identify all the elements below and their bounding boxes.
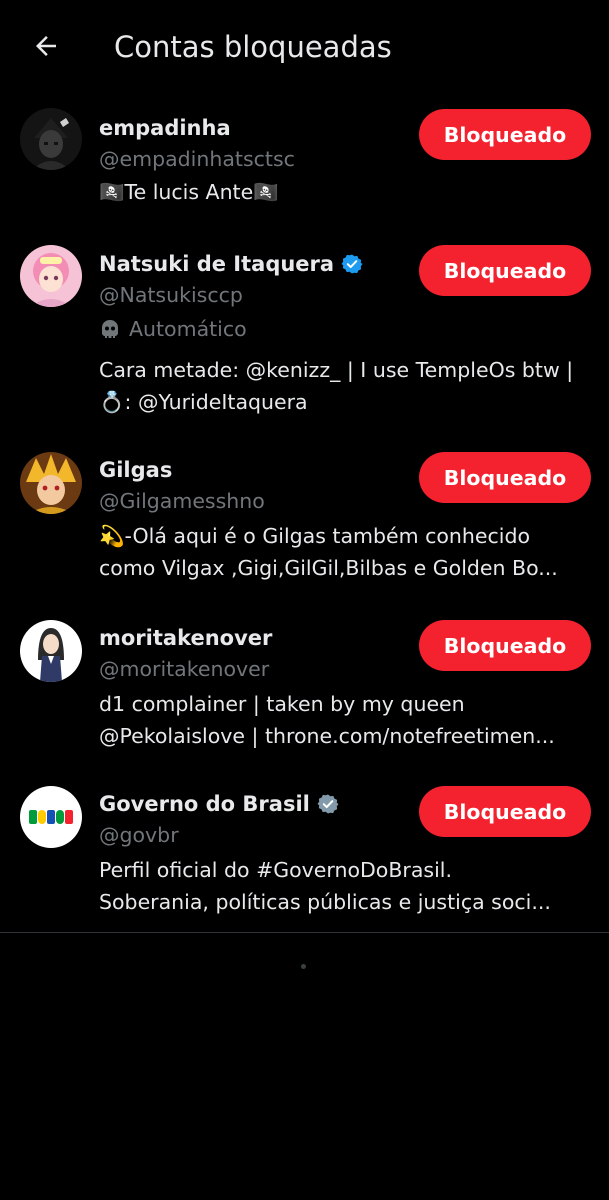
avatar[interactable] xyxy=(20,786,82,848)
bio-line: @Pekolaislove | throne.com/notefreetimen… xyxy=(99,724,555,748)
automated-text: Automático xyxy=(129,317,247,341)
bio-line: Cara metade: @kenizz_ | I use TempleOs b… xyxy=(99,358,574,382)
account-bio: 💫-Olá aqui é o Gilgas também conhecido c… xyxy=(99,520,589,584)
account-bio: 🏴‍☠️Te lucis Ante🏴‍☠️ xyxy=(99,176,589,208)
account-name: Natsuki de Itaquera xyxy=(99,252,335,276)
bio-line: como Vilgax ,Gigi,GilGil,Bilbas e Golden… xyxy=(99,556,558,580)
blocked-account-row[interactable]: Natsuki de Itaquera @Natsukisccp Automát… xyxy=(0,245,609,420)
loading-indicator xyxy=(301,964,306,969)
account-name: Gilgas xyxy=(99,458,173,482)
avatar[interactable] xyxy=(20,452,82,514)
account-bio: d1 complainer | taken by my queen @Pekol… xyxy=(99,688,589,752)
account-bio: Perfil oficial do #GovernoDoBrasil. Sobe… xyxy=(99,854,589,918)
avatar[interactable] xyxy=(20,108,82,170)
account-name: Governo do Brasil xyxy=(99,792,310,816)
account-bio: Cara metade: @kenizz_ | I use TempleOs b… xyxy=(99,354,589,418)
arrow-left-icon xyxy=(36,36,56,56)
blocked-button[interactable]: Bloqueado xyxy=(419,620,591,671)
top-bar: Contas bloqueadas xyxy=(0,0,609,94)
blocked-button[interactable]: Bloqueado xyxy=(419,786,591,837)
blocked-account-row[interactable]: Gilgas @Gilgamesshno 💫-Olá aqui é o Gilg… xyxy=(0,452,609,592)
bio-line: d1 complainer | taken by my queen xyxy=(99,692,465,716)
back-button[interactable] xyxy=(28,28,64,64)
blocked-button[interactable]: Bloqueado xyxy=(419,245,591,296)
blocked-button[interactable]: Bloqueado xyxy=(419,452,591,503)
bio-line: 🏴‍☠️Te lucis Ante🏴‍☠️ xyxy=(99,180,279,204)
robot-icon xyxy=(102,320,118,338)
page-title: Contas bloqueadas xyxy=(114,30,392,64)
automated-label: Automático xyxy=(99,312,591,346)
verified-badge-icon xyxy=(341,254,363,274)
bio-line: 💍: @YurideItaquera xyxy=(99,390,308,414)
bio-line: 💫-Olá aqui é o Gilgas também conhecido xyxy=(99,524,531,548)
blocked-account-row[interactable]: empadinha @empadinhatsctsc 🏴‍☠️Te lucis … xyxy=(0,108,609,218)
blocked-button[interactable]: Bloqueado xyxy=(419,109,591,160)
bio-line: Soberania, políticas públicas e justiça … xyxy=(99,890,551,914)
account-name: empadinha xyxy=(99,116,231,140)
verified-badge-icon xyxy=(317,794,339,814)
bio-line: Perfil oficial do #GovernoDoBrasil. xyxy=(99,858,452,882)
blocked-account-row[interactable]: Governo do Brasil @govbr Perfil oficial … xyxy=(0,786,609,926)
blocked-account-row[interactable]: moritakenover @moritakenover d1 complain… xyxy=(0,620,609,760)
avatar[interactable] xyxy=(20,620,82,682)
list-divider xyxy=(0,932,609,933)
account-name: moritakenover xyxy=(99,626,273,650)
avatar[interactable] xyxy=(20,245,82,307)
